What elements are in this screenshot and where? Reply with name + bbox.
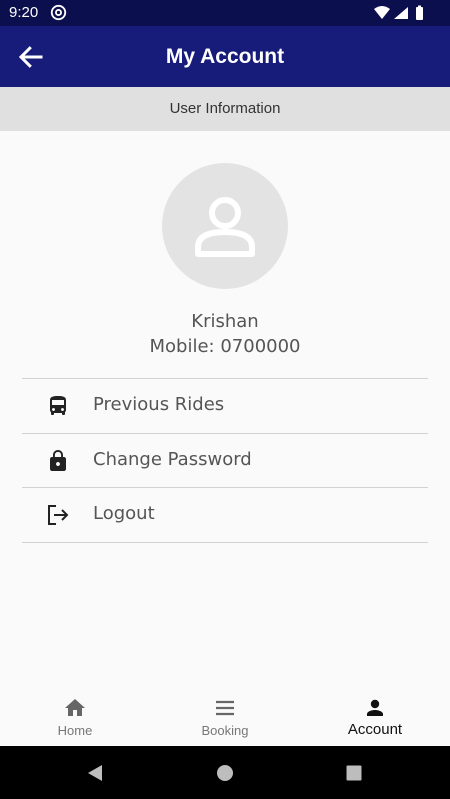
logout-icon <box>48 505 69 525</box>
nav-item-booking[interactable]: Booking <box>150 690 300 746</box>
battery-icon <box>416 5 423 20</box>
menu-icon <box>216 700 234 716</box>
avatar <box>162 163 288 289</box>
user-mobile: Mobile: 0700000 <box>149 336 301 357</box>
menu-item-previous-rides[interactable]: Previous Rides <box>22 379 428 434</box>
status-time: 9:20 <box>9 4 39 21</box>
system-nav-bar <box>0 746 450 799</box>
wifi-icon <box>374 6 390 19</box>
person-icon <box>367 699 383 716</box>
menu-item-label: Change Password <box>93 448 252 470</box>
at-sign-icon <box>50 4 67 21</box>
lock-icon <box>50 449 66 471</box>
nav-item-account[interactable]: Account <box>300 690 450 746</box>
account-menu: Previous Rides Change Password Logout <box>22 378 428 543</box>
menu-item-label: Logout <box>93 503 155 524</box>
nav-item-home[interactable]: Home <box>0 690 150 746</box>
status-bar: 9:20 <box>0 0 450 26</box>
section-header: User Information <box>0 87 450 131</box>
bottom-nav: Home Booking Account <box>0 690 450 746</box>
menu-item-change-password[interactable]: Change Password <box>22 434 428 488</box>
user-name: Krishan <box>191 311 259 332</box>
home-circle-icon[interactable] <box>216 764 234 782</box>
home-icon <box>65 699 85 716</box>
nav-label: Booking <box>201 723 249 738</box>
menu-item-label: Previous Rides <box>93 394 225 415</box>
signal-icon <box>394 7 408 19</box>
page-title: My Account <box>165 45 285 68</box>
app-bar: My Account <box>0 26 450 87</box>
recents-square-icon[interactable] <box>346 765 362 781</box>
menu-item-logout[interactable]: Logout <box>22 488 428 543</box>
status-icons <box>374 5 423 20</box>
person-icon <box>195 197 255 257</box>
nav-label: Account <box>347 721 403 738</box>
bus-icon <box>50 396 66 415</box>
back-triangle-icon[interactable] <box>86 763 104 783</box>
nav-label: Home <box>57 723 93 738</box>
